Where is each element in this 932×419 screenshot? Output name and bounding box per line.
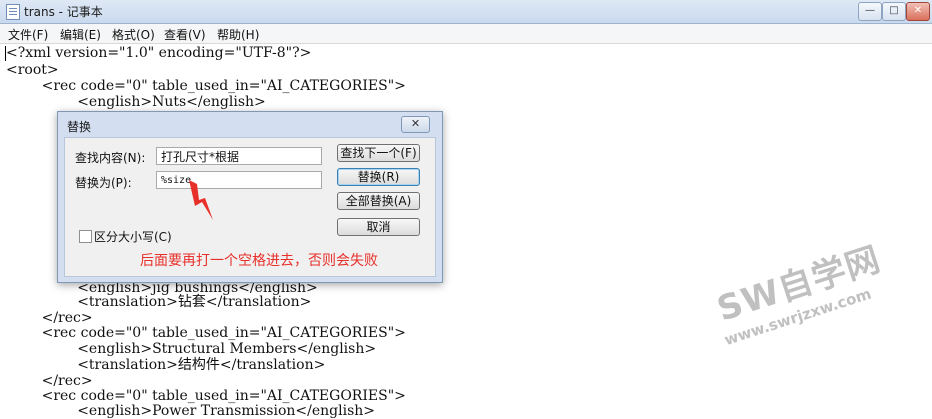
menu-file[interactable]: 文件(F) bbox=[8, 26, 48, 43]
annotation-text: 后面要再打一个空格进去，否则会失败 bbox=[140, 253, 378, 269]
editor-line: </rec> bbox=[6, 310, 93, 326]
editor-line: <rec code="0" table_used_in="AI_CATEGORI… bbox=[6, 325, 406, 341]
menu-view[interactable]: 查看(V) bbox=[164, 26, 206, 43]
close-button[interactable]: ✕ bbox=[906, 2, 930, 21]
window-title: trans - 记事本 bbox=[24, 5, 103, 19]
replace-label: 替换为(P): bbox=[75, 176, 132, 190]
replace-button[interactable]: 替换(R) bbox=[337, 168, 420, 186]
editor-line: <translation>结构件</translation> bbox=[6, 357, 326, 373]
cancel-button[interactable]: 取消 bbox=[337, 218, 420, 236]
editor-line: <english>Power Transmission</english> bbox=[6, 403, 375, 419]
editor-line: <english>Structural Members</english> bbox=[6, 341, 377, 357]
editor-line: <rec code="0" table_used_in="AI_CATEGORI… bbox=[6, 388, 406, 404]
maximize-button[interactable]: □ bbox=[882, 2, 906, 21]
title-bar: trans - 记事本 — □ ✕ bbox=[0, 0, 932, 24]
menu-bar: 文件(F) 编辑(E) 格式(O) 查看(V) 帮助(H) bbox=[0, 24, 932, 44]
dialog-close-button[interactable]: ✕ bbox=[401, 116, 430, 133]
editor-line: <english>Nuts</english> bbox=[6, 94, 266, 110]
menu-edit[interactable]: 编辑(E) bbox=[60, 26, 101, 43]
menu-format[interactable]: 格式(O) bbox=[112, 26, 155, 43]
match-case-checkbox[interactable] bbox=[79, 230, 92, 243]
menu-help[interactable]: 帮助(H) bbox=[217, 26, 259, 43]
annotation-arrow-icon bbox=[189, 180, 213, 220]
editor-line: <root> bbox=[6, 62, 59, 78]
editor-line: <translation>钻套</translation> bbox=[6, 294, 312, 310]
replace-all-button[interactable]: 全部替换(A) bbox=[337, 192, 420, 210]
notepad-icon bbox=[6, 4, 20, 20]
editor-line: <rec code="0" table_used_in="AI_CATEGORI… bbox=[6, 78, 406, 94]
dialog-title: 替换 bbox=[67, 120, 92, 134]
replace-input[interactable]: %size bbox=[156, 171, 322, 189]
match-case-label: 区分大小写(C) bbox=[94, 230, 172, 244]
editor-line: </rec> bbox=[6, 373, 93, 389]
find-input[interactable]: 打孔尺寸*根据 bbox=[156, 147, 322, 165]
editor-line: <?xml version="1.0" encoding="UTF-8"?> bbox=[6, 45, 312, 61]
minimize-button[interactable]: — bbox=[858, 2, 882, 21]
find-label: 查找内容(N): bbox=[75, 151, 146, 165]
find-next-button[interactable]: 查找下一个(F) bbox=[337, 144, 420, 162]
